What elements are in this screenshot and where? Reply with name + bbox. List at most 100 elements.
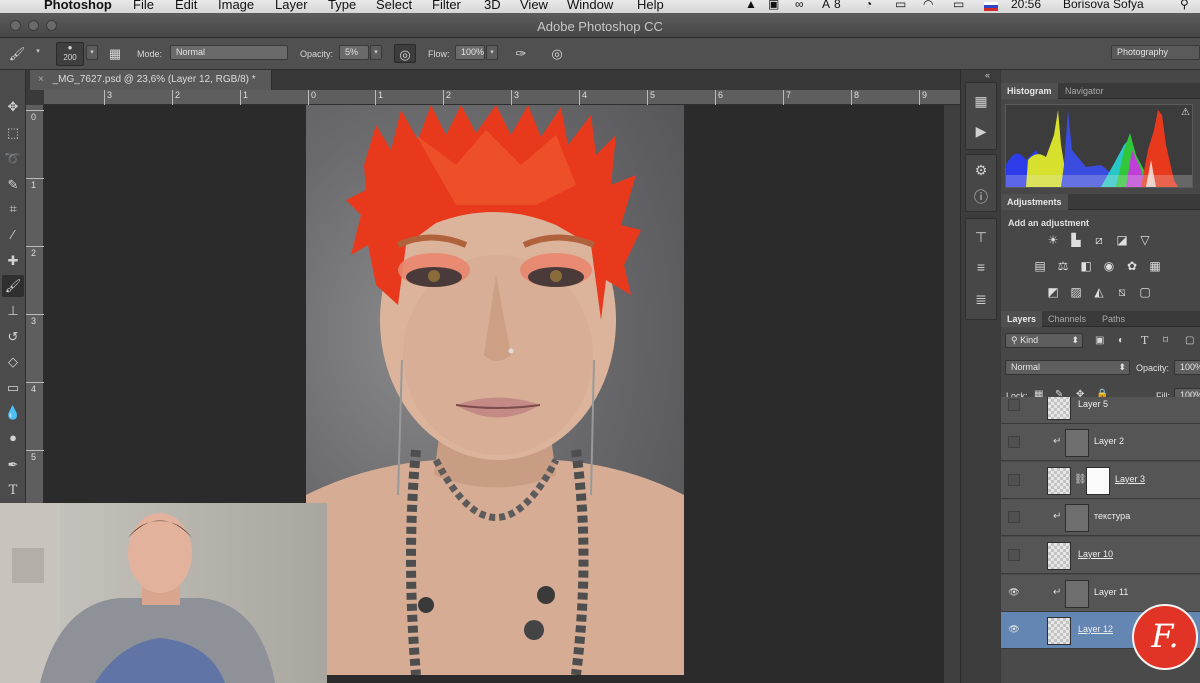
selective-color-icon[interactable]: ▢ [1136, 284, 1154, 300]
layer-row[interactable]: ⛓ Layer 3 [1001, 462, 1200, 499]
photo-filter-icon[interactable]: ◉ [1100, 258, 1118, 274]
brush-preset-icon[interactable]: 🖌 [6, 44, 28, 63]
menu-select[interactable]: Select [376, 0, 412, 11]
eye-icon[interactable]: 👁 [1008, 587, 1020, 599]
tab-adjustments[interactable]: Adjustments [1001, 194, 1068, 210]
flow-field[interactable]: 100% [455, 45, 485, 60]
channel-mixer-icon[interactable]: ✿ [1123, 258, 1141, 274]
input-flag-icon[interactable] [984, 2, 998, 11]
menu-edit[interactable]: Edit [175, 0, 197, 11]
pressure-size-icon[interactable]: ◎ [546, 44, 568, 63]
filter-pixel-icon[interactable]: ▣ [1095, 335, 1104, 346]
layer-thumbnail[interactable] [1065, 580, 1089, 608]
layer-name[interactable]: Layer 5 [1078, 399, 1108, 409]
marquee-tool-icon[interactable]: ⬚ [2, 122, 24, 144]
vertical-ruler[interactable]: 0 1 2 3 4 5 [26, 105, 44, 505]
lasso-tool-icon[interactable]: ➰ [2, 148, 24, 170]
layer-row[interactable]: Layer 10 [1001, 537, 1200, 574]
brush-size-dropdown[interactable]: ▾ [86, 45, 98, 60]
tool-presets-icon[interactable]: ⊤ [968, 225, 994, 249]
blend-mode-select[interactable]: Normal ⬍ [1005, 360, 1130, 375]
brightness-contrast-icon[interactable]: ☀ [1044, 232, 1062, 248]
document-tab[interactable]: × _MG_7627.psd @ 23,6% (Layer 12, RGB/8)… [30, 70, 272, 90]
layer-row[interactable]: ↵ Layer 2 [1001, 424, 1200, 461]
threshold-icon[interactable]: ◭ [1090, 284, 1108, 300]
vibrance-icon[interactable]: ▽ [1136, 232, 1154, 248]
layer-thumbnail[interactable] [1047, 397, 1071, 420]
clone-source-icon[interactable]: ≣ [968, 287, 994, 311]
filter-adjustment-icon[interactable]: ◐ [1118, 335, 1124, 346]
canvas-scrollbar[interactable] [944, 105, 960, 683]
type-tool-icon[interactable]: T [2, 480, 24, 502]
blur-tool-icon[interactable]: 💧 [2, 402, 24, 424]
layer-thumbnail[interactable] [1047, 542, 1071, 570]
properties-panel-icon[interactable]: ⚙ [968, 158, 994, 182]
status-icon-1[interactable]: ▲ [745, 0, 757, 11]
menu-filter[interactable]: Filter [432, 0, 461, 11]
preset-picker-arrow[interactable]: ▾ [32, 45, 44, 60]
brush-panel-toggle-icon[interactable]: ▦ [104, 44, 126, 63]
flow-dropdown[interactable]: ▾ [486, 45, 498, 60]
color-balance-icon[interactable]: ⚖ [1054, 258, 1072, 274]
exposure-icon[interactable]: ◪ [1113, 232, 1131, 248]
sync-icon[interactable]: ◔ [865, 0, 872, 11]
quick-select-tool-icon[interactable]: ✎ [2, 174, 24, 196]
layer-name[interactable]: текстура [1094, 511, 1130, 521]
battery-icon[interactable]: ▭ [953, 0, 964, 11]
collapse-dock-icon[interactable]: « [985, 70, 990, 80]
eraser-tool-icon[interactable]: ◇ [2, 351, 24, 373]
spotlight-icon[interactable]: ⚲ [1180, 0, 1189, 11]
levels-icon[interactable]: ▙ [1067, 232, 1085, 248]
tab-histogram[interactable]: Histogram [1001, 83, 1058, 99]
info-panel-icon[interactable]: ⓘ [968, 185, 994, 209]
menu-help[interactable]: Help [637, 0, 664, 11]
color-lookup-icon[interactable]: ▦ [1146, 258, 1164, 274]
clone-stamp-tool-icon[interactable]: ⊥ [2, 300, 24, 322]
layer-name[interactable]: Layer 3 [1115, 474, 1145, 484]
status-icon-2[interactable]: ▣ [768, 0, 779, 11]
portrait-photo[interactable] [306, 105, 684, 675]
layer-row[interactable]: ↵ текстура [1001, 499, 1200, 536]
menu-type[interactable]: Type [328, 0, 356, 11]
menu-file[interactable]: File [133, 0, 154, 11]
invert-icon[interactable]: ◩ [1044, 284, 1062, 300]
layer-name[interactable]: Layer 11 [1094, 587, 1128, 597]
opacity-dropdown[interactable]: ▾ [370, 45, 382, 60]
wifi-icon[interactable]: ◠ [923, 0, 933, 11]
tab-channels[interactable]: Channels [1042, 311, 1092, 327]
dodge-tool-icon[interactable]: ● [2, 427, 24, 449]
eye-icon[interactable]: 👁 [1008, 624, 1020, 636]
gradient-map-icon[interactable]: ⧅ [1113, 284, 1131, 300]
horizontal-ruler[interactable]: 3 2 1 0 1 2 3 4 5 6 7 8 9 [44, 90, 960, 105]
workspace-switcher[interactable]: Photography [1111, 45, 1200, 60]
layer-opacity-field[interactable]: 100% [1174, 360, 1200, 375]
filter-smart-object-icon[interactable]: ▢ [1185, 335, 1194, 346]
close-document-icon[interactable]: × [38, 74, 44, 85]
airbrush-icon[interactable]: ✑ [510, 44, 532, 63]
adobe-badge-icon[interactable]: A [822, 0, 830, 11]
mode-select[interactable]: Normal [170, 45, 288, 60]
layer-thumbnail[interactable] [1065, 429, 1089, 457]
menu-view[interactable]: View [520, 0, 548, 11]
clock[interactable]: 20:56 [1011, 0, 1041, 11]
history-panel-icon[interactable]: ▦ [968, 89, 994, 113]
menu-3d[interactable]: 3D [484, 0, 501, 11]
layer-filter-select[interactable]: ⚲ Kind ⬍ [1005, 333, 1083, 348]
history-brush-tool-icon[interactable]: ↺ [2, 326, 24, 348]
hue-saturation-icon[interactable]: ▤ [1031, 258, 1049, 274]
layer-mask-thumbnail[interactable] [1086, 467, 1110, 495]
visibility-toggle[interactable] [1008, 436, 1020, 448]
visibility-toggle[interactable] [1008, 549, 1020, 561]
brush-size-preview[interactable]: ● 200 [56, 42, 84, 66]
layer-row[interactable]: Layer 5 [1001, 397, 1200, 424]
black-white-icon[interactable]: ◧ [1077, 258, 1095, 274]
tab-layers[interactable]: Layers [1001, 311, 1043, 327]
visibility-toggle[interactable] [1008, 511, 1020, 523]
crop-tool-icon[interactable]: ⌗ [2, 198, 24, 220]
tab-paths[interactable]: Paths [1096, 311, 1131, 327]
layer-name[interactable]: Layer 12 [1078, 624, 1113, 634]
gradient-tool-icon[interactable]: ▭ [2, 377, 24, 399]
actions-panel-icon[interactable]: ▶ [968, 119, 994, 143]
curves-icon[interactable]: ⧄ [1090, 232, 1108, 248]
healing-brush-tool-icon[interactable]: ✚ [2, 250, 24, 272]
